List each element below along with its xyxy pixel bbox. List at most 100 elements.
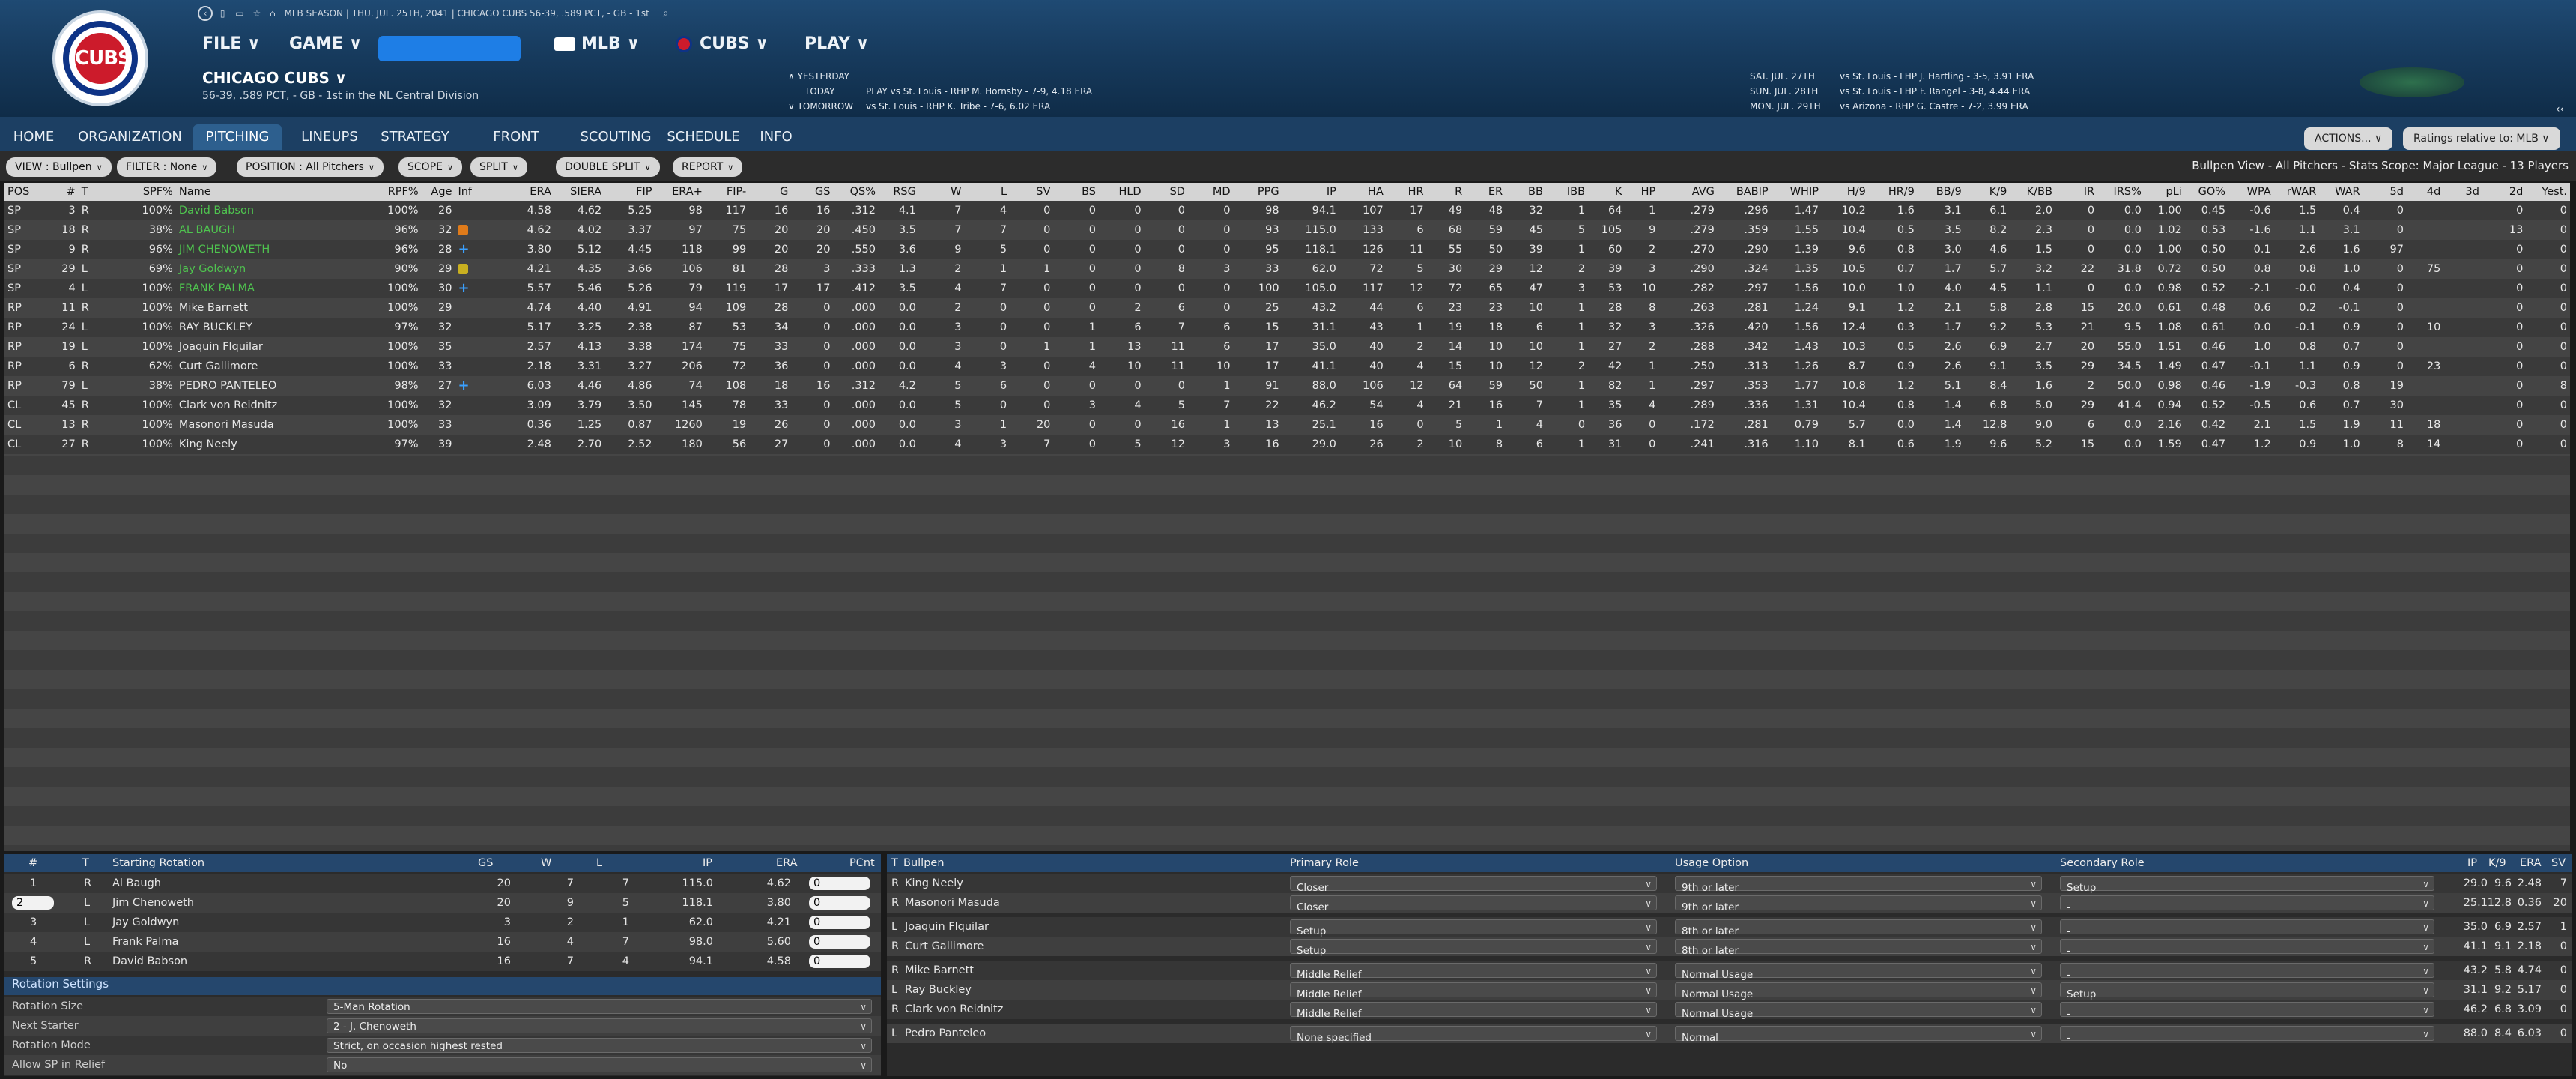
col-header[interactable]: K/BB — [2010, 183, 2055, 201]
tab-strategy[interactable]: STRATEGY — [379, 124, 451, 150]
primary-role-dropdown[interactable]: Closer ∨ — [1290, 876, 1657, 894]
pitcher-row[interactable]: CL 45 R 100% Clark von Reidnitz 100% 32 3.09 3.7… — [4, 396, 2570, 415]
primary-role-dropdown[interactable]: Middle Relief ∨ — [1290, 1002, 1657, 1020]
pitcher-name[interactable]: PEDRO PANTELEO — [175, 376, 368, 396]
secondary-role-dropdown[interactable]: - ∨ — [2060, 919, 2434, 937]
tab-lineups[interactable]: LINEUPS — [298, 124, 361, 150]
pitcher-row[interactable]: RP 79 L 38% PEDRO PANTELEO 98% 27 +6.03 4.46 4.86… — [4, 376, 2570, 396]
col-header[interactable]: AVG — [1658, 183, 1718, 201]
usage-option-dropdown[interactable]: Normal Usage ∨ — [1675, 982, 2042, 1000]
rotation-row[interactable]: 4 L Frank Palma 16 4 7 98.0 5.60 0 — [4, 932, 881, 952]
rotation-col-gs[interactable]: GS — [478, 857, 493, 869]
cubs-logo[interactable]: CUBS — [52, 10, 148, 106]
schedule-day-2[interactable]: SUN. JUL. 28TH vs St. Louis - LHP F. Rang… — [1750, 86, 2030, 97]
setting-dropdown[interactable]: Strict, on occasion highest rested ∨ — [327, 1038, 872, 1053]
col-header[interactable]: HA — [1339, 183, 1387, 201]
schedule-day-1[interactable]: SAT. JUL. 27TH vs St. Louis - LHP J. Hart… — [1750, 71, 2034, 82]
col-header[interactable]: SPF% — [115, 183, 176, 201]
file-menu[interactable]: FILE ∨ — [202, 34, 261, 53]
bullpen-col-era[interactable]: ERA — [2520, 857, 2542, 869]
mlb-menu[interactable]: MLB ∨ — [554, 34, 640, 53]
rotation-row[interactable]: 3 L Jay Goldwyn 3 2 1 62.0 4.21 0 — [4, 913, 881, 932]
col-header[interactable]: IP — [1282, 183, 1339, 201]
col-header[interactable]: HR/9 — [1868, 183, 1918, 201]
col-header[interactable]: SIERA — [554, 183, 605, 201]
pitcher-row[interactable]: SP 9 R 96% JIM CHENOWETH 96% 28 +3.80 5.12 4.45 11… — [4, 240, 2570, 259]
usage-option-dropdown[interactable]: 8th or later ∨ — [1675, 939, 2042, 957]
schedule-day-3[interactable]: MON. JUL. 29TH vs Arizona - RHP G. Castre… — [1750, 101, 2028, 112]
rotation-row[interactable]: 2 L Jim Chenoweth 20 9 5 118.1 3.80 0 — [4, 893, 881, 913]
usage-option-dropdown[interactable]: Normal Usage ∨ — [1675, 1002, 2042, 1020]
col-header[interactable]: 3d — [2443, 183, 2482, 201]
phone-icon[interactable]: ▯ — [220, 8, 225, 19]
secondary-role-dropdown[interactable]: - ∨ — [2060, 963, 2434, 981]
bullpen-col-secondary[interactable]: Secondary Role — [2060, 857, 2145, 869]
calendar-icon[interactable]: ▭ — [235, 8, 243, 19]
tab-scouting[interactable]: SCOUTING — [580, 124, 652, 150]
primary-role-dropdown[interactable]: None specified ∨ — [1290, 1026, 1657, 1044]
secondary-role-dropdown[interactable]: - ∨ — [2060, 939, 2434, 957]
pitcher-name[interactable]: Clark von Reidnitz — [175, 396, 368, 415]
double-split-dropdown[interactable]: DOUBLE SPLIT ∨ — [556, 157, 660, 177]
col-header[interactable]: RSG — [879, 183, 919, 201]
game-menu[interactable]: GAME ∨ — [289, 34, 363, 53]
secondary-role-dropdown[interactable]: - ∨ — [2060, 1026, 2434, 1044]
col-header[interactable]: RPF% — [367, 183, 422, 201]
col-header[interactable]: PPG — [1233, 183, 1282, 201]
col-header[interactable]: 5d — [2363, 183, 2407, 201]
pitcher-name[interactable]: JIM CHENOWETH — [175, 240, 368, 259]
primary-role-dropdown[interactable]: Middle Relief ∨ — [1290, 963, 1657, 981]
primary-role-dropdown[interactable]: Closer ∨ — [1290, 895, 1657, 913]
col-header[interactable]: # — [46, 183, 79, 201]
secondary-role-dropdown[interactable]: Setup ∨ — [2060, 876, 2434, 894]
col-header[interactable]: R — [1426, 183, 1466, 201]
col-header[interactable]: QS% — [833, 183, 879, 201]
setting-dropdown[interactable]: 5-Man Rotation ∨ — [327, 999, 872, 1014]
bullpen-col-name[interactable]: Bullpen — [903, 857, 945, 869]
col-header[interactable]: pLi — [2144, 183, 2185, 201]
col-header[interactable]: W — [918, 183, 965, 201]
pitcher-row[interactable]: CL 13 R 100% Masonori Masuda 100% 33 0.36 1.25 0.… — [4, 415, 2570, 435]
pitcher-row[interactable]: RP 11 R 100% Mike Barnett 100% 29 4.74 4.40 4.91 9… — [4, 298, 2570, 318]
pitch-count-input[interactable]: 0 — [809, 916, 870, 929]
col-header[interactable]: MD — [1187, 183, 1234, 201]
col-header[interactable]: GS — [791, 183, 834, 201]
setting-dropdown[interactable]: No ∨ — [327, 1057, 872, 1072]
pitch-count-input[interactable]: 0 — [809, 955, 870, 968]
col-header[interactable]: Age — [421, 183, 455, 201]
col-header[interactable]: GO% — [2184, 183, 2229, 201]
bullpen-col-t[interactable]: T — [891, 857, 898, 869]
col-header[interactable]: POS — [4, 183, 47, 201]
col-header[interactable]: SV — [1010, 183, 1054, 201]
pitcher-row[interactable]: SP 18 R 38% AL BAUGH 96% 32 4.62 4.02 3.37 97 75 20 2… — [4, 220, 2570, 240]
bullpen-col-k9[interactable]: K/9 — [2488, 857, 2506, 869]
rotation-col-pcnt[interactable]: PCnt — [849, 857, 875, 869]
pitcher-name[interactable]: David Babson — [175, 201, 368, 220]
pitcher-name[interactable]: Masonori Masuda — [175, 415, 368, 435]
usage-option-dropdown[interactable]: Normal ∨ — [1675, 1026, 2042, 1044]
report-dropdown[interactable]: REPORT ∨ — [673, 157, 743, 177]
pitcher-name[interactable]: King Neely — [175, 435, 368, 454]
rotation-col-l[interactable]: L — [596, 857, 602, 869]
col-header[interactable]: IR — [2055, 183, 2098, 201]
primary-role-dropdown[interactable]: Setup ∨ — [1290, 919, 1657, 937]
col-header[interactable]: T — [78, 183, 116, 201]
scope-dropdown[interactable]: SCOPE ∨ — [398, 157, 463, 177]
schedule-today[interactable]: TODAY PLAY vs St. Louis - RHP M. Hornsby … — [788, 86, 1092, 97]
rotation-col-w[interactable]: W — [541, 857, 551, 869]
pitcher-name[interactable]: FRANK PALMA — [175, 279, 368, 298]
rotation-col-t[interactable]: T — [82, 857, 89, 869]
pitch-count-input[interactable]: 0 — [809, 935, 870, 949]
col-header[interactable]: Name — [175, 183, 368, 201]
bullpen-row[interactable]: R King Neely Closer ∨ 9th or later ∨ Setup ∨ 29.… — [887, 874, 2572, 894]
col-header[interactable]: ERA+ — [655, 183, 706, 201]
rotation-col-ip[interactable]: IP — [703, 857, 712, 869]
col-header[interactable]: WHIP — [1771, 183, 1822, 201]
col-header[interactable]: IRS% — [2097, 183, 2145, 201]
pitcher-name[interactable]: Joaquin Flquilar — [175, 337, 368, 357]
pitcher-row[interactable]: SP 4 L 100% FRANK PALMA 100% 30 +5.57 5.46 5.26 79… — [4, 279, 2570, 298]
bullpen-col-usage[interactable]: Usage Option — [1675, 857, 1748, 869]
col-header[interactable]: BS — [1053, 183, 1099, 201]
col-header[interactable]: WAR — [2319, 183, 2363, 201]
bullpen-col-sv[interactable]: SV — [2551, 857, 2566, 869]
